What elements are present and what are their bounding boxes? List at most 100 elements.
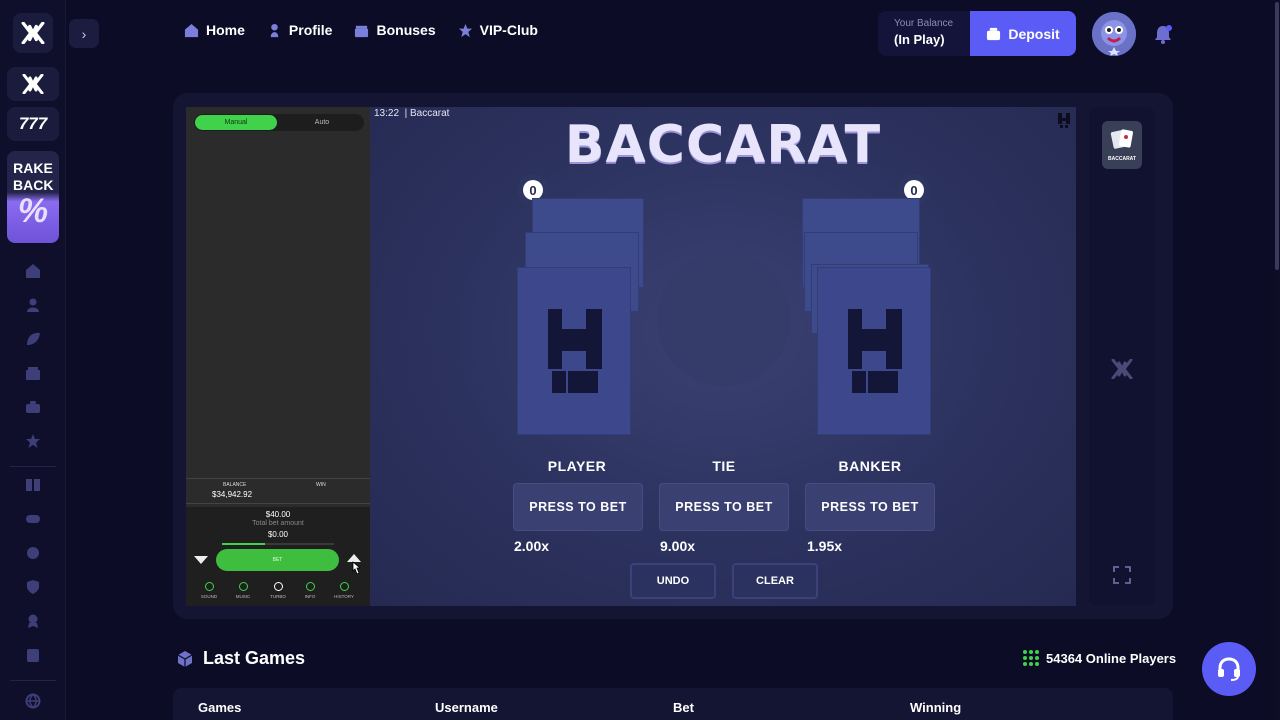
bet-progress-bar [222,543,334,545]
online-players: 54364 Online Players [1023,650,1176,666]
tie-multiplier: 9.00x [660,538,696,554]
page-scrollbar[interactable] [1274,0,1280,720]
column-header-winning: Winning [910,700,962,715]
sidebar-rakeback-button[interactable]: RAKE BACK % [7,151,59,243]
bet-amount[interactable]: $40.00 [186,510,370,519]
balance-value: (In Play) [894,32,945,47]
clipboard-icon[interactable] [23,645,43,665]
x-logo-icon [1111,359,1133,379]
mode-manual-tab[interactable]: Manual [195,115,277,130]
gift-icon[interactable] [23,363,43,383]
column-header-bet: Bet [673,700,694,715]
nav-vip-club[interactable]: VIP-Club [458,22,538,38]
x-logo-icon [21,22,45,44]
topbar: › Home Profile Bonuses VIP-Club Your Bal… [0,0,1280,66]
book-icon[interactable] [23,475,43,495]
shield-icon[interactable] [23,577,43,597]
music-icon [238,582,248,591]
sound-toggle[interactable]: SOUND [194,582,224,599]
globe-icon[interactable] [23,691,43,711]
total-bet-value: $0.00 [267,530,289,539]
dice-icon[interactable] [23,543,43,563]
user-icon[interactable] [23,295,43,315]
undo-button[interactable]: UNDO [630,563,716,599]
banker-bet-label: BANKER [838,458,902,474]
total-bet-label: Total bet amount [252,520,304,527]
sidebar-brand-x-button[interactable] [7,67,59,101]
briefcase-icon[interactable] [23,397,43,417]
deposit-label: Deposit [1008,25,1060,42]
award-icon[interactable] [23,611,43,631]
panel-stats: BALANCE $34,942.92 WIN [186,478,370,504]
leaf-icon[interactable] [23,329,43,349]
panel-balance-label: BALANCE [223,482,247,488]
sidebar-expand-button[interactable]: › [69,19,99,48]
baccarat-table: 13:22 | Baccarat BACCARAT 0 0 PLAYER TIE… [370,107,1076,606]
star-icon[interactable] [23,431,43,451]
tie-circle [657,252,791,386]
main-nav: Home Profile Bonuses VIP-Club [184,22,538,38]
place-bet-button[interactable]: BET [216,549,339,571]
turbo-toggle[interactable]: TURBO [263,582,293,599]
site-logo[interactable] [13,13,53,53]
mode-auto-tab[interactable]: Auto [286,115,358,130]
column-header-games: Games [198,700,242,715]
music-toggle[interactable]: MUSIC [228,582,258,599]
game-side-panel: BACCARAT [1089,107,1155,606]
sidebar-divider [10,466,56,467]
nav-bonuses[interactable]: Bonuses [354,22,436,38]
home-icon [184,23,199,37]
online-players-icon [1023,650,1039,666]
gamepad-icon[interactable] [23,509,43,529]
home-icon[interactable] [23,261,43,281]
clear-button[interactable]: CLEAR [732,563,818,599]
banker-score: 0 [904,180,924,200]
music-label: MUSIC [235,594,251,599]
notifications-icon[interactable] [1152,23,1174,45]
avatar-image [1092,12,1136,56]
nav-profile[interactable]: Profile [267,22,333,38]
turbo-label: TURBO [270,594,286,599]
baccarat-thumbnail[interactable]: BACCARAT [1102,121,1142,169]
sound-label: SOUND [200,594,218,599]
history-button[interactable]: HISTORY [329,582,359,599]
card-h-icon [548,309,602,393]
column-header-username: Username [435,700,498,715]
deposit-button[interactable]: Deposit [970,11,1076,56]
bet-progress-fill [222,543,265,545]
provider-logo-icon [1058,113,1070,128]
game-name: Baccarat [409,108,450,119]
sidebar-777-button[interactable]: 777 [7,107,59,141]
tie-bet-button[interactable]: PRESS TO BET [659,483,789,531]
decrease-bet-icon[interactable] [194,556,208,564]
balance-display[interactable]: Your Balance (In Play) [878,11,970,56]
balance-label: Your Balance [894,18,954,29]
banker-bet-button[interactable]: PRESS TO BET [805,483,935,531]
last-games-table: Games Username Bet Winning [173,688,1173,720]
gift-icon [355,25,369,37]
cards-icon [1110,129,1133,149]
table-header: 13:22 | Baccarat [374,108,449,119]
avatar[interactable] [1092,12,1136,56]
header-separator: | [401,108,410,119]
sound-icon [204,582,214,591]
nav-profile-label: Profile [288,22,333,38]
player-bet-button[interactable]: PRESS TO BET [513,483,643,531]
fullscreen-icon[interactable] [1113,566,1131,584]
last-games-heading: Last Games [176,648,305,669]
scrollbar-thumb[interactable] [1275,2,1279,270]
player-multiplier: 2.00x [514,538,550,554]
player-card [517,267,631,435]
sidebar-777-label: 777 [18,114,48,133]
nav-vip-club-label: VIP-Club [479,22,538,38]
nav-home[interactable]: Home [184,22,245,38]
info-button[interactable]: INFO [295,582,325,599]
support-chat-button[interactable] [1202,642,1256,696]
info-label: INFO [304,594,316,599]
banker-card [817,267,931,435]
turbo-icon [273,582,283,591]
star-icon [458,23,472,37]
headset-icon [1218,657,1240,681]
x-logo-icon [22,74,44,94]
thumb-label: BACCARAT [1108,156,1136,162]
